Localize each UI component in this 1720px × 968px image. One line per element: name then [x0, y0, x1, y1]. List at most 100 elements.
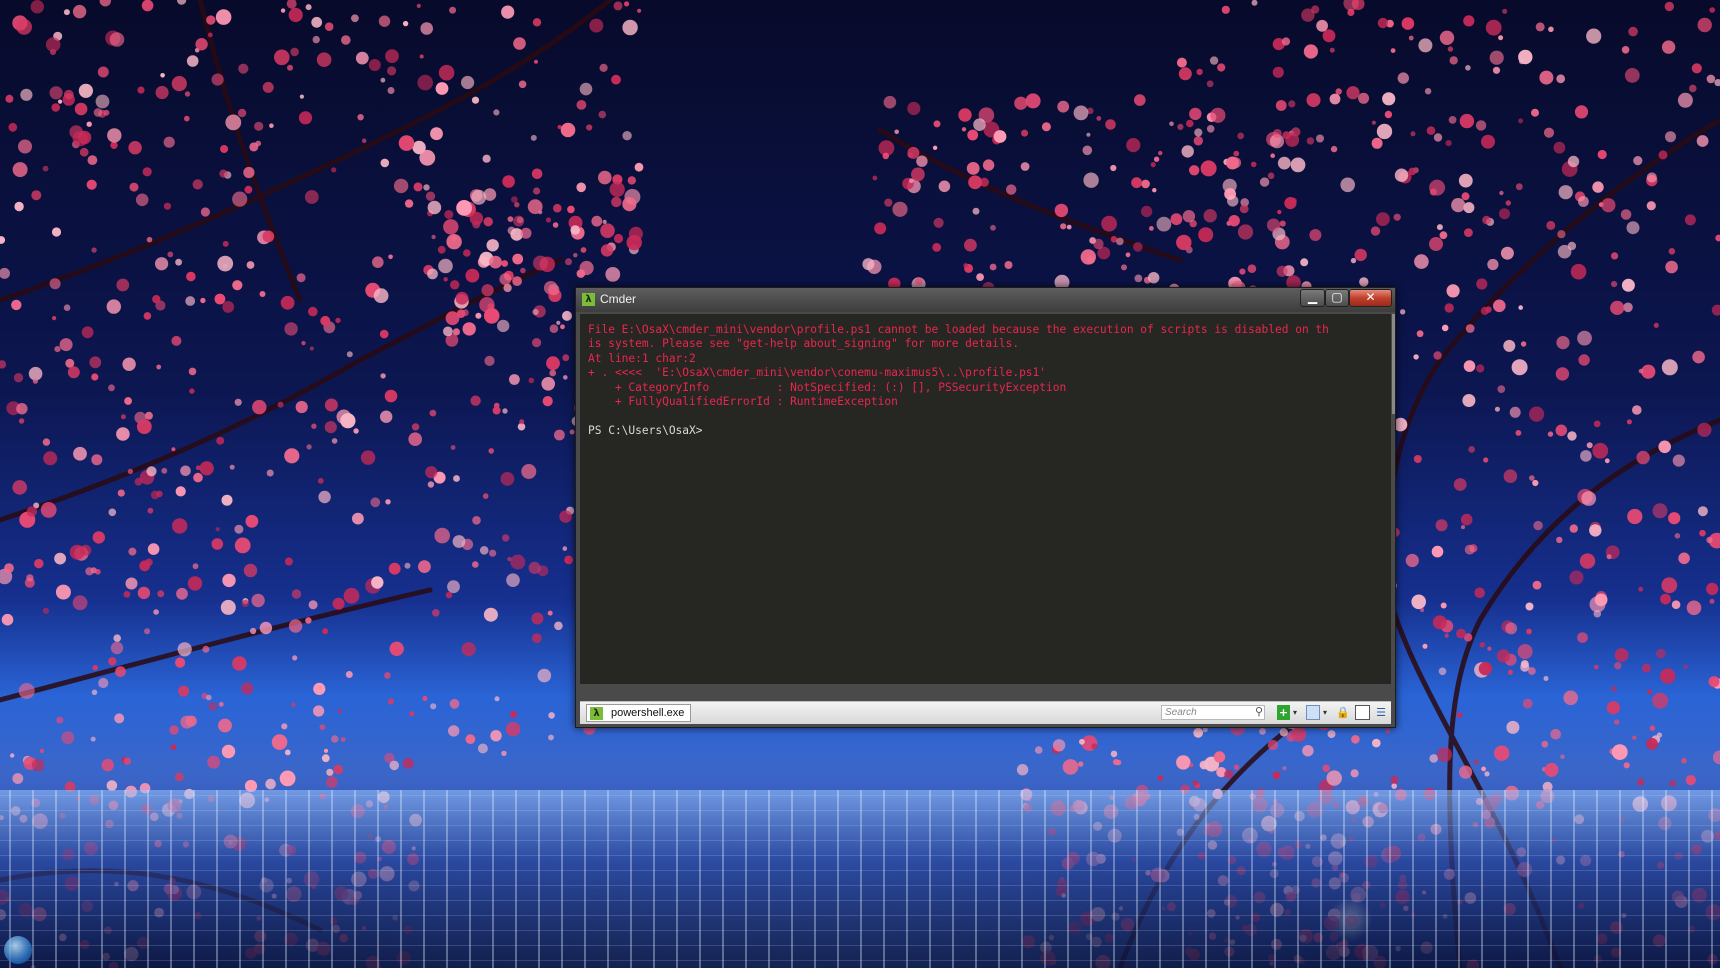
blossom — [882, 152, 890, 160]
blossom — [319, 724, 326, 731]
blossom — [1560, 754, 1565, 759]
blossom — [907, 101, 921, 116]
blossom — [1273, 129, 1282, 138]
blossom — [1291, 726, 1307, 742]
blossom — [59, 338, 73, 352]
blossom — [1515, 430, 1522, 436]
blossom — [1327, 730, 1336, 739]
blossom — [1626, 221, 1640, 235]
blossom — [1086, 132, 1091, 137]
blossom — [26, 574, 34, 582]
blossom — [124, 397, 132, 405]
window-view-icon[interactable] — [1355, 705, 1370, 720]
blossom — [1672, 454, 1685, 467]
blossom — [911, 167, 925, 182]
blossom — [512, 253, 524, 265]
blossom — [360, 450, 376, 465]
blossom — [34, 558, 44, 569]
blossom — [1465, 324, 1475, 333]
tab-powershell[interactable]: λ powershell.exe — [586, 704, 691, 722]
blossom — [482, 493, 489, 499]
close-button[interactable]: ✕ — [1349, 289, 1392, 307]
blossom — [422, 695, 428, 702]
blossom — [1405, 553, 1419, 568]
title-bar[interactable]: λ Cmder ▁ ▢ ✕ — [576, 288, 1395, 312]
blossom — [598, 170, 612, 185]
blossom — [218, 718, 232, 733]
blossom — [1708, 676, 1720, 688]
blossom — [67, 366, 80, 379]
blossom — [1489, 50, 1504, 65]
blossom — [1451, 198, 1466, 213]
menu-icon[interactable]: ☰ — [1374, 705, 1388, 720]
blossom — [1641, 663, 1651, 673]
blossom — [958, 108, 972, 122]
blossom — [193, 472, 203, 483]
terminal-output[interactable]: File E:\OsaX\cmder_mini\vendor\profile.p… — [580, 314, 1391, 684]
chevron-down-icon[interactable]: ▾ — [1290, 705, 1300, 720]
blossom — [1696, 135, 1709, 147]
blossom — [32, 759, 45, 772]
blossom — [89, 356, 102, 369]
blossom — [1202, 727, 1208, 733]
lock-icon[interactable]: 🔒 — [1336, 705, 1350, 720]
blossom — [1176, 57, 1187, 68]
blossom — [1611, 744, 1628, 760]
blossom — [1594, 664, 1599, 670]
blossom — [207, 755, 221, 769]
blossom — [123, 591, 131, 598]
blossom — [1709, 7, 1715, 13]
blossom — [51, 103, 60, 112]
blossom — [234, 537, 251, 554]
blossom — [1661, 40, 1676, 54]
blossom — [973, 118, 986, 131]
blossom — [12, 162, 28, 178]
blossom — [427, 268, 438, 280]
blossom — [1484, 771, 1490, 777]
blossom — [1158, 150, 1163, 156]
blossom — [497, 319, 510, 333]
blossom — [1699, 529, 1706, 537]
city-lights — [0, 790, 1720, 968]
blossom — [409, 711, 415, 717]
start-button[interactable] — [4, 936, 32, 964]
add-icon[interactable]: + — [1277, 705, 1290, 720]
blossom — [353, 428, 359, 434]
blossom — [13, 373, 24, 383]
blossom — [547, 610, 553, 616]
blossom — [1193, 136, 1204, 146]
split-view-icon[interactable] — [1306, 705, 1320, 720]
blossom — [135, 193, 149, 207]
search-icon[interactable]: ⚲ — [1255, 705, 1263, 718]
blossom — [296, 273, 306, 283]
blossom — [137, 86, 145, 94]
cmder-window: λ Cmder ▁ ▢ ✕ File E:\OsaX\cmder_mini\ve… — [575, 287, 1396, 728]
blossom — [1250, 161, 1257, 168]
blossom — [1413, 455, 1422, 463]
chevron-down-icon[interactable]: ▾ — [1320, 705, 1330, 720]
blossom — [1531, 108, 1539, 117]
blossom — [1532, 479, 1539, 487]
blossom — [1113, 759, 1120, 766]
blossom — [1674, 533, 1681, 539]
blossom — [63, 89, 74, 100]
blossom — [1518, 49, 1533, 65]
maximize-button[interactable]: ▢ — [1325, 289, 1349, 307]
blossom — [1433, 133, 1443, 142]
blossom — [532, 308, 539, 316]
minimize-button[interactable]: ▁ — [1300, 289, 1325, 307]
blossom — [1346, 86, 1360, 100]
blossom — [527, 199, 543, 215]
blossom — [1465, 65, 1471, 71]
blossom — [1203, 209, 1217, 223]
blossom — [127, 468, 134, 475]
blossom — [1627, 508, 1643, 525]
blossom — [1393, 213, 1401, 221]
blossom — [1461, 525, 1465, 530]
blossom — [404, 199, 414, 208]
blossom — [335, 317, 341, 324]
blossom — [1177, 123, 1184, 130]
scrollbar[interactable] — [1392, 314, 1395, 414]
search-input[interactable] — [1161, 705, 1265, 720]
blossom — [1126, 138, 1141, 153]
